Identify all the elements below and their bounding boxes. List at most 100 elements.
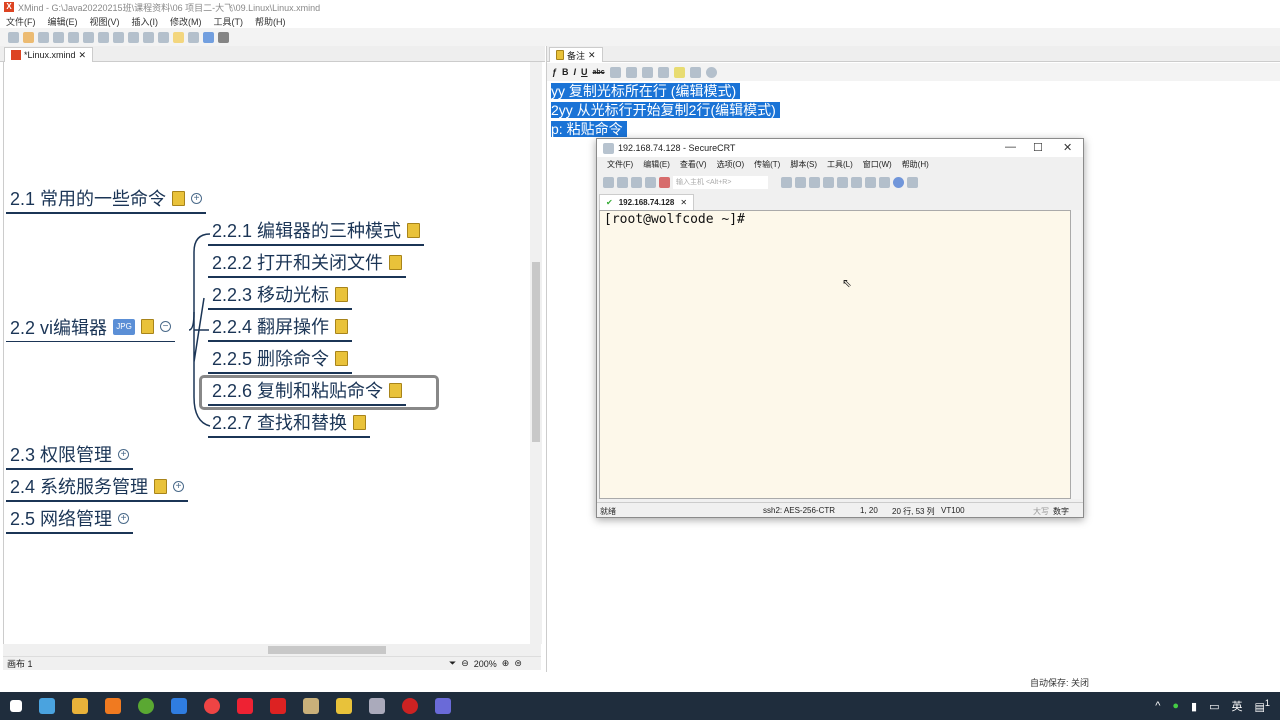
editor-tab[interactable]: *Linux.xmind ✕ (4, 47, 94, 62)
chevron-up-icon[interactable]: ^ (1155, 700, 1160, 712)
font-button[interactable]: ƒ (552, 67, 557, 77)
session-options-icon[interactable] (851, 176, 862, 188)
terminal[interactable]: [root@wolfcode ~]# (599, 210, 1071, 499)
menu-help[interactable]: 帮助(H) (255, 15, 286, 28)
undo-icon[interactable] (53, 31, 64, 43)
crt-menu-window[interactable]: 窗口(W) (863, 159, 892, 170)
text-color-icon[interactable] (657, 66, 669, 78)
collapse-icon[interactable]: − (160, 321, 172, 332)
menu-tools[interactable]: 工具(T) (214, 15, 244, 28)
maximize-button[interactable]: ☐ (1033, 141, 1043, 154)
menu-file[interactable]: 文件(F) (6, 15, 36, 28)
redo-icon[interactable] (68, 31, 79, 43)
note-icon[interactable] (335, 286, 349, 302)
bold-button[interactable]: B (562, 67, 569, 77)
terminal-scrollbar[interactable] (1071, 210, 1081, 499)
crt-menu-help[interactable]: 帮助(H) (902, 159, 929, 170)
windows-start-icon[interactable] (10, 700, 22, 712)
key-icon[interactable] (879, 176, 890, 188)
subtopic-2-2-1[interactable]: 2.2.1 编辑器的三种模式 (208, 218, 425, 246)
host-input[interactable]: 输入主机 <Alt+R> (673, 175, 768, 189)
network-icon[interactable]: ▭ (1209, 700, 1219, 713)
link-icon[interactable] (128, 31, 139, 43)
zoom-out-icon[interactable]: ⊖ (461, 658, 469, 669)
crt-menu-script[interactable]: 脚本(S) (790, 159, 817, 170)
record-icon[interactable] (402, 698, 418, 714)
notes-app-icon[interactable] (105, 698, 121, 714)
menu-insert[interactable]: 插入(I) (132, 15, 159, 28)
session-tab[interactable]: ✔ 192.168.74.128 ✕ (599, 194, 695, 210)
crt-menu-transfer[interactable]: 传输(T) (754, 159, 780, 170)
notification-icon[interactable]: ▤1 (1255, 698, 1271, 714)
menu-modify[interactable]: 修改(M) (170, 15, 202, 28)
expand-icon[interactable]: + (118, 448, 130, 460)
menu-view[interactable]: 视图(V) (90, 15, 120, 28)
minimize-button[interactable]: — (1005, 141, 1016, 153)
tab-connect-icon[interactable] (631, 176, 642, 188)
marker-icon[interactable] (158, 31, 169, 43)
disconnect-icon[interactable] (659, 176, 670, 188)
microphone-icon[interactable]: ▮ (1191, 700, 1197, 713)
quick-connect-icon[interactable] (617, 176, 628, 188)
gear-icon[interactable] (218, 31, 229, 43)
files-icon[interactable] (336, 698, 352, 714)
note-icon[interactable] (335, 318, 349, 334)
reconnect-icon[interactable] (645, 176, 656, 188)
crt-menu-view[interactable]: 查看(V) (680, 159, 707, 170)
expand-icon[interactable]: + (173, 480, 185, 492)
subtopic-2-2-2[interactable]: 2.2.2 打开和关闭文件 (208, 250, 407, 278)
topic-2-4[interactable]: 2.4 系统服务管理 + (6, 474, 189, 502)
play-icon[interactable] (113, 31, 124, 43)
hyperlink-icon[interactable] (705, 66, 717, 78)
file-explorer-icon[interactable] (72, 698, 88, 714)
horizontal-scroll-thumb[interactable] (268, 646, 386, 654)
note-icon[interactable] (154, 478, 168, 494)
topic-2-1[interactable]: 2.1 常用的一些命令 + (6, 186, 207, 214)
upload-icon[interactable] (203, 31, 214, 43)
subtopic-2-2-7[interactable]: 2.2.7 查找和替换 (208, 410, 371, 438)
subtopic-2-2-5[interactable]: 2.2.5 删除命令 (208, 346, 353, 374)
copy-icon[interactable] (781, 176, 792, 188)
topic-icon[interactable] (83, 31, 94, 43)
subtopic-icon[interactable] (98, 31, 109, 43)
meeting-app-icon[interactable] (171, 698, 187, 714)
idea-icon[interactable] (173, 31, 184, 43)
help-icon[interactable] (893, 176, 904, 188)
paste-icon[interactable] (795, 176, 806, 188)
wps-icon[interactable] (270, 698, 286, 714)
photos-icon[interactable] (435, 698, 451, 714)
chrome-icon[interactable] (204, 698, 220, 714)
topic-2-2[interactable]: 2.2 vi编辑器 JPG − (6, 314, 176, 342)
security-icon[interactable]: ● (1172, 700, 1179, 712)
topic-2-3[interactable]: 2.3 权限管理 + (6, 442, 134, 470)
menu-edit[interactable]: 编辑(E) (48, 15, 78, 28)
expand-icon[interactable]: + (118, 512, 130, 524)
mindmap-canvas[interactable]: 2.1 常用的一些命令 + 2.2 vi编辑器 JPG − 2.3 权限管理 + 2.4… (3, 62, 541, 657)
sftp-icon[interactable] (907, 176, 918, 188)
underline-button[interactable]: U (581, 67, 588, 77)
note-icon[interactable] (407, 222, 421, 238)
note-icon[interactable] (141, 319, 155, 334)
align-icon[interactable] (609, 66, 621, 78)
topic-2-5[interactable]: 2.5 网络管理 + (6, 506, 134, 534)
notes-editor[interactable]: yy 复制光标所在行 (编辑模式) 2yy 从光标行开始复制2行(编辑模式) p… (551, 82, 780, 139)
note-icon[interactable] (353, 414, 367, 430)
label-icon[interactable] (188, 31, 199, 43)
note-icon[interactable] (389, 254, 403, 270)
italic-button[interactable]: I (574, 67, 577, 77)
vertical-scroll-thumb[interactable] (532, 262, 540, 442)
new-icon[interactable] (8, 31, 19, 43)
close-tab-icon[interactable]: ✕ (680, 198, 687, 207)
crt-menu-tools[interactable]: 工具(L) (827, 159, 853, 170)
outdent-icon[interactable] (641, 66, 653, 78)
frog-app-icon[interactable] (138, 698, 154, 714)
keymap-icon[interactable] (865, 176, 876, 188)
highlight-icon[interactable] (673, 66, 685, 78)
crt-menu-options[interactable]: 选项(O) (717, 159, 745, 170)
expand-icon[interactable]: + (191, 192, 203, 204)
xmind-taskbar-icon[interactable] (237, 698, 253, 714)
connect-icon[interactable] (603, 176, 614, 188)
print-icon[interactable] (823, 176, 834, 188)
crt-menu-edit[interactable]: 编辑(E) (643, 159, 670, 170)
zoom-fit-icon[interactable]: ⊜ (514, 658, 522, 669)
